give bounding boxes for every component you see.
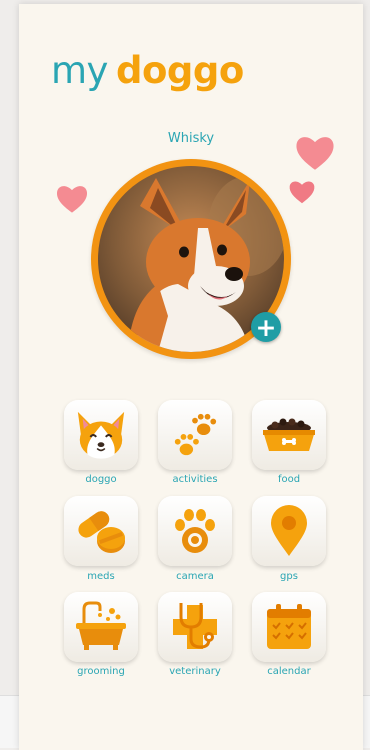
heart-left-icon [56, 186, 88, 213]
heart-large-right-icon [296, 137, 334, 170]
menu-tile-calendar[interactable] [252, 592, 326, 662]
menu-label-grooming: grooming [77, 666, 125, 677]
stethoscope-icon [173, 603, 217, 649]
paw-prints-icon [174, 413, 217, 456]
app-logo: my doggo [51, 52, 244, 89]
menu-tile-camera[interactable] [158, 496, 232, 566]
logo-my-text: my [51, 49, 108, 92]
menu-tile-gps[interactable] [252, 496, 326, 566]
menu-tile-activities[interactable] [158, 400, 232, 470]
menu-tile-meds[interactable] [64, 496, 138, 566]
calendar-icon [267, 604, 311, 649]
menu-label-gps: gps [280, 571, 298, 582]
menu-label-veterinary: veterinary [169, 666, 221, 677]
food-bowl-icon [263, 418, 315, 451]
menu-label-doggo: doggo [85, 474, 117, 485]
pills-icon [78, 511, 125, 553]
menu-label-activities: activities [172, 474, 218, 485]
menu-tile-veterinary[interactable] [158, 592, 232, 662]
paw-camera-icon [175, 509, 215, 553]
menu-tile-grooming[interactable] [64, 592, 138, 662]
menu-label-meds: meds [87, 571, 115, 582]
bathtub-icon [76, 601, 126, 650]
corgi-face-icon [77, 411, 125, 459]
heart-small-right-icon [289, 181, 315, 204]
app-screen: my doggo Whisky + doggo activities food … [19, 4, 363, 750]
menu-label-calendar: calendar [267, 666, 311, 677]
menu-label-camera: camera [176, 571, 214, 582]
menu-tile-doggo[interactable] [64, 400, 138, 470]
add-photo-button[interactable]: + [251, 312, 281, 342]
plus-icon: + [255, 312, 277, 342]
location-pin-icon [271, 505, 307, 556]
menu-tile-food[interactable] [252, 400, 326, 470]
logo-doggo-text: doggo [115, 49, 244, 92]
menu-label-food: food [277, 474, 301, 485]
